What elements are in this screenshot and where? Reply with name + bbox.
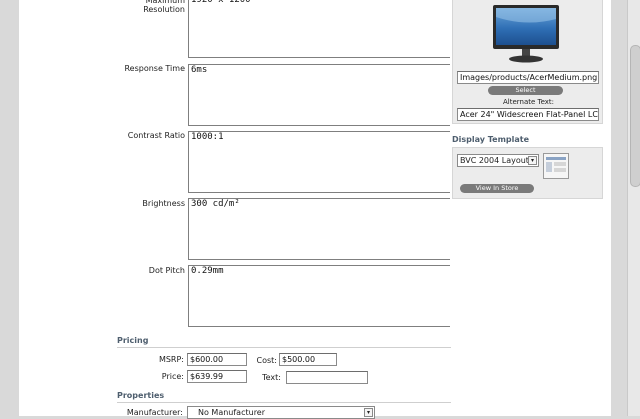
text-input[interactable] (286, 371, 368, 384)
template-thumbnail-icon (543, 153, 569, 179)
monitor-image (493, 5, 559, 63)
price-input[interactable]: $639.99 (187, 370, 247, 383)
view-in-store-button[interactable]: View In Store (460, 184, 534, 193)
spec-label-max-resolution: Maximum Resolution (143, 0, 185, 14)
template-select[interactable]: BVC 2004 Layout ▾ (457, 154, 539, 167)
select-image-button[interactable]: Select (488, 86, 563, 95)
page: Maximum Resolution Response Time Contras… (19, 0, 611, 419)
chevron-down-icon: ▾ (528, 156, 537, 165)
display-template-title: Display Template (452, 135, 530, 144)
spec-label-response-time: Response Time (124, 64, 185, 73)
text-label: Text: (262, 373, 281, 382)
scrollbar-thumb[interactable] (630, 45, 640, 187)
image-path-input[interactable]: Images/products/AcerMedium.png (457, 71, 599, 84)
product-image-panel: Images/products/AcerMedium.png Select Al… (452, 0, 603, 124)
display-template-panel: BVC 2004 Layout ▾ View In Store (452, 147, 603, 199)
spec-dot-pitch-textarea[interactable]: 0.29mm (188, 265, 450, 327)
spec-label-contrast-ratio: Contrast Ratio (127, 131, 185, 140)
msrp-label: MSRP: (158, 355, 184, 364)
alternate-text-input[interactable]: Acer 24" Widescreen Flat-Panel LCD (457, 108, 599, 121)
price-label: Price: (161, 372, 184, 381)
cost-label: Cost: (256, 356, 277, 365)
properties-divider (117, 402, 451, 403)
pricing-divider (117, 347, 451, 348)
spec-brightness-textarea[interactable]: 300 cd/m² (188, 198, 450, 260)
pricing-section-title: Pricing (117, 336, 149, 345)
manufacturer-select[interactable]: No Manufacturer ▾ (187, 406, 375, 419)
properties-section-title: Properties (117, 391, 165, 400)
template-selected: BVC 2004 Layout (460, 156, 529, 165)
vertical-scrollbar[interactable] (627, 0, 640, 416)
alternate-text-label: Alternate Text: (502, 98, 555, 106)
spec-label-brightness: Brightness (142, 199, 185, 208)
spec-max-resolution-textarea[interactable]: 1920 x 1200 (188, 0, 450, 58)
spec-label-dot-pitch: Dot Pitch (148, 266, 185, 275)
spec-response-time-textarea[interactable]: 6ms (188, 64, 450, 126)
spec-contrast-ratio-textarea[interactable]: 1000:1 (188, 131, 450, 193)
msrp-input[interactable]: $600.00 (187, 353, 247, 366)
cost-input[interactable]: $500.00 (279, 353, 337, 366)
